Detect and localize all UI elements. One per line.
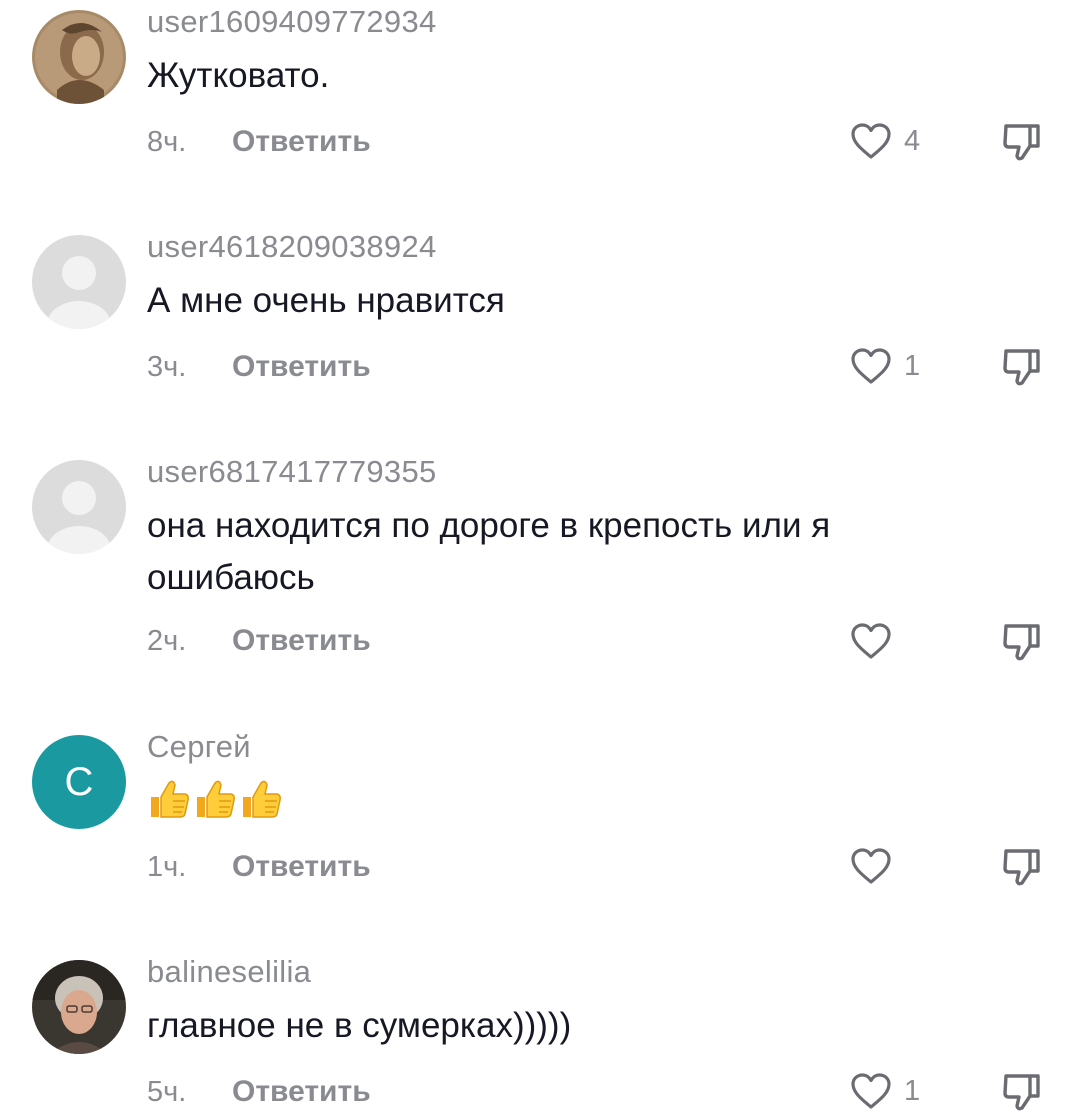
username[interactable]: user6817417779355 [147, 454, 437, 490]
comment-text: главное не в сумерках))))) [147, 1006, 572, 1045]
like-button[interactable] [850, 622, 904, 660]
comment-time: 1ч. [147, 851, 187, 883]
avatar[interactable] [32, 10, 126, 104]
avatar[interactable] [32, 235, 126, 329]
heart-icon [851, 1073, 891, 1109]
dislike-button[interactable] [1000, 845, 1044, 889]
comment-emojis [147, 777, 283, 821]
dislike-button[interactable] [1000, 345, 1044, 389]
thumbs-down-icon [1003, 1074, 1040, 1111]
comment-text: А мне очень нравится [147, 281, 505, 320]
heart-icon [851, 123, 891, 159]
username[interactable]: Сергей [147, 729, 251, 765]
thumbs-up-emoji [151, 780, 189, 818]
thumbs-down-icon [1003, 624, 1040, 661]
thumbs-down-icon [1003, 124, 1040, 161]
reply-button[interactable]: Ответить [232, 624, 371, 658]
like-button[interactable] [850, 847, 904, 885]
like-button[interactable]: 1 [850, 347, 920, 385]
avatar-photo [32, 960, 126, 1054]
like-count: 1 [904, 349, 921, 382]
comment-text: она находится по дороге в крепость или я… [147, 506, 831, 597]
thumbs-down-icon [1003, 349, 1040, 386]
like-button[interactable]: 4 [850, 122, 920, 160]
heart-icon [851, 348, 891, 384]
avatar[interactable] [32, 460, 126, 554]
reply-button[interactable]: Ответить [232, 125, 371, 159]
thumbs-up-emoji [243, 780, 281, 818]
comment-time: 8ч. [147, 126, 187, 158]
thumbs-down-icon [1003, 849, 1040, 886]
dislike-button[interactable] [1000, 120, 1044, 164]
default-user-icon [32, 460, 126, 554]
comment-text: Жутковато. [147, 56, 330, 95]
comment-time: 3ч. [147, 351, 187, 383]
like-button[interactable]: 1 [850, 1072, 920, 1110]
like-count: 1 [904, 1074, 921, 1107]
reply-button[interactable]: Ответить [232, 350, 371, 384]
username[interactable]: balineselilia [147, 954, 311, 990]
heart-icon [851, 623, 891, 659]
default-user-icon [32, 235, 126, 329]
avatar[interactable]: С [32, 735, 126, 829]
username[interactable]: user1609409772934 [147, 4, 437, 40]
dislike-button[interactable] [1000, 620, 1044, 664]
comment-time: 5ч. [147, 1076, 187, 1108]
like-count: 4 [904, 124, 921, 157]
dislike-button[interactable] [1000, 1070, 1044, 1114]
heart-icon [851, 848, 891, 884]
reply-button[interactable]: Ответить [232, 850, 371, 884]
reply-button[interactable]: Ответить [232, 1075, 371, 1109]
username[interactable]: user4618209038924 [147, 229, 437, 265]
thumbs-up-emoji [197, 780, 235, 818]
avatar-photo [32, 10, 126, 104]
avatar[interactable] [32, 960, 126, 1054]
comment-time: 2ч. [147, 625, 187, 657]
